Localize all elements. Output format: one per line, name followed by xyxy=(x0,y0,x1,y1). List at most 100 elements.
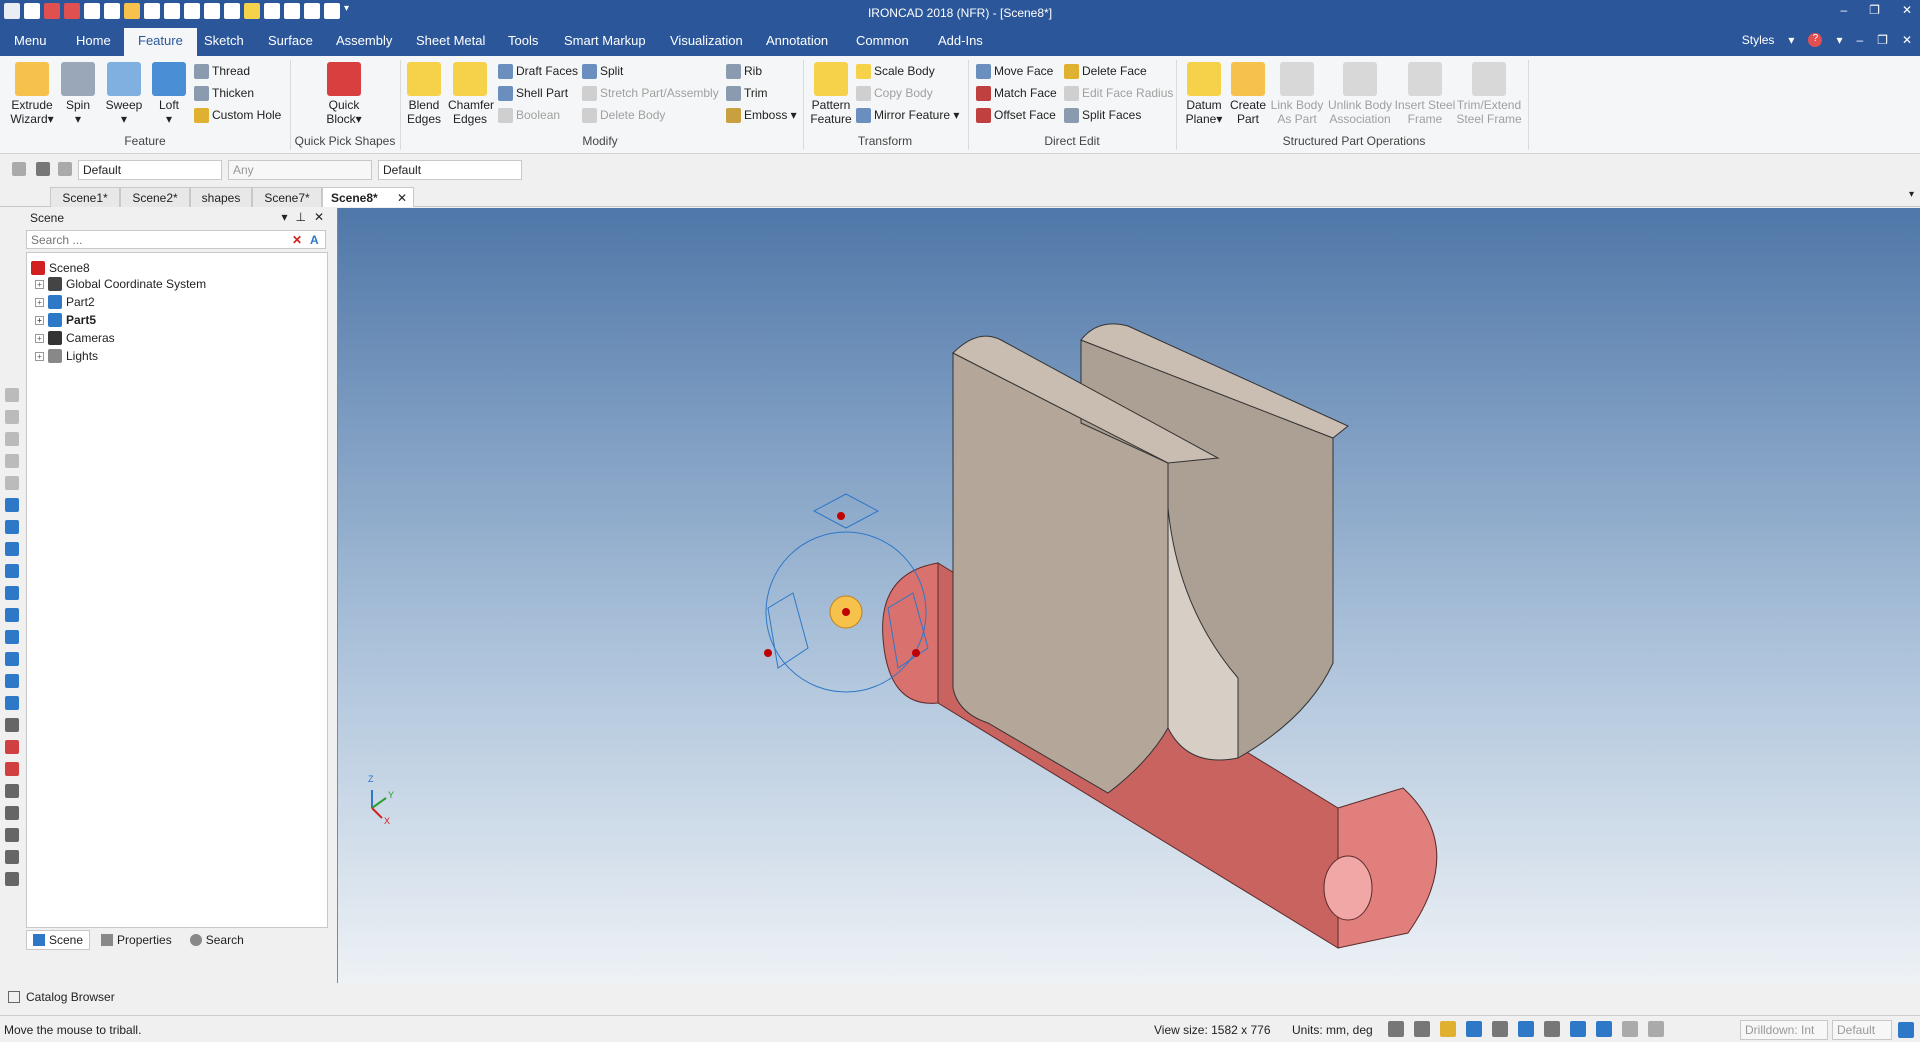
cube-icon-6[interactable] xyxy=(5,608,19,622)
edit-face-radius-button[interactable]: Edit Face Radius xyxy=(1064,84,1173,102)
clear-search-icon[interactable]: ✕ xyxy=(292,233,302,247)
orbit-icon[interactable] xyxy=(5,806,19,820)
angle-icon[interactable] xyxy=(5,784,19,798)
loft-button[interactable]: Loft ▾ xyxy=(152,62,186,126)
catalog-browser-bar[interactable]: Catalog Browser xyxy=(0,986,330,1008)
custom-hole-button[interactable]: Custom Hole xyxy=(194,106,281,124)
pointer-tool-icon[interactable] xyxy=(1622,1021,1638,1037)
tab-scene7[interactable]: Scene7* xyxy=(252,187,322,207)
selection-mode-icon[interactable] xyxy=(58,162,72,176)
draft-faces-button[interactable]: Draft Faces xyxy=(498,62,578,80)
tab-surface[interactable]: Surface xyxy=(268,33,313,48)
thicken-button[interactable]: Thicken xyxy=(194,84,254,102)
chamfer-edges-button[interactable]: Chamfer Edges xyxy=(448,62,494,126)
cube-icon-1[interactable] xyxy=(5,498,19,512)
scale-body-button[interactable]: Scale Body xyxy=(856,62,935,80)
select-filter-icon[interactable] xyxy=(12,162,26,176)
cube-icon-7[interactable] xyxy=(5,630,19,644)
tab-scene2[interactable]: Scene2* xyxy=(120,187,190,207)
pin-icon[interactable]: ⊥ xyxy=(295,210,305,224)
shading-icon[interactable] xyxy=(1518,1021,1534,1037)
tree-node-lights[interactable]: + Lights xyxy=(35,347,98,365)
tree-node-global-coordinate-system[interactable]: + Global Coordinate System xyxy=(35,275,206,293)
view-icon-5[interactable] xyxy=(5,476,19,490)
expand-icon[interactable]: + xyxy=(35,297,44,307)
doc-restore-button[interactable]: ❐ xyxy=(1877,33,1888,47)
move-face-button[interactable]: Move Face xyxy=(976,62,1053,80)
tree-node-part5[interactable]: + Part5 xyxy=(35,311,96,329)
expand-icon[interactable]: + xyxy=(35,351,44,361)
style-combo[interactable]: Default xyxy=(78,160,222,180)
ruler-icon[interactable] xyxy=(5,872,19,886)
render-icon[interactable] xyxy=(5,828,19,842)
panel-dropdown-icon[interactable]: ▾ xyxy=(281,210,287,224)
mirror-feature-button[interactable]: Mirror Feature ▾ xyxy=(856,106,959,124)
datum-plane-button[interactable]: Datum Plane▾ xyxy=(1180,62,1228,126)
pointer-icon[interactable] xyxy=(36,162,50,176)
trim-button[interactable]: Trim xyxy=(726,84,768,102)
shell-part-button[interactable]: Shell Part xyxy=(498,84,568,102)
status-default-combo[interactable]: Default xyxy=(1832,1020,1892,1040)
view-icon-2[interactable] xyxy=(5,410,19,424)
orbit-tool-icon[interactable] xyxy=(1440,1021,1456,1037)
zoom-icon[interactable] xyxy=(1388,1021,1404,1037)
styles-dropdown-icon[interactable]: ▾ xyxy=(1788,33,1794,47)
delete-face-button[interactable]: Delete Face xyxy=(1064,62,1147,80)
panel-tab-search[interactable]: Search xyxy=(183,930,251,950)
cube-icon-5[interactable] xyxy=(5,586,19,600)
help-button[interactable]: ? xyxy=(1808,33,1823,47)
trim-extend-steel-frame-button[interactable]: Trim/Extend Steel Frame xyxy=(1456,62,1522,126)
smart-dim-icon[interactable] xyxy=(5,850,19,864)
tab-sketch[interactable]: Sketch xyxy=(204,33,244,48)
tab-common[interactable]: Common xyxy=(856,33,909,48)
tab-feature[interactable]: Feature xyxy=(124,28,197,56)
blend-edges-button[interactable]: Blend Edges xyxy=(404,62,444,126)
link-body-button[interactable]: Link Body As Part xyxy=(1268,62,1326,126)
tab-tools[interactable]: Tools xyxy=(508,33,538,48)
panel-close-icon[interactable]: ✕ xyxy=(314,210,324,224)
expand-icon[interactable]: + xyxy=(35,333,44,343)
sweep-button[interactable]: Sweep ▾ xyxy=(104,62,144,126)
cube-icon-10[interactable] xyxy=(5,696,19,710)
extrude-wizard-button[interactable]: Extrude Wizard▾ xyxy=(8,62,56,126)
cube-icon-8[interactable] xyxy=(5,652,19,666)
tab-sheet-metal[interactable]: Sheet Metal xyxy=(416,33,485,48)
create-part-button[interactable]: Create Part xyxy=(1228,62,1268,126)
help-dropdown-icon[interactable]: ▾ xyxy=(1836,33,1842,47)
copy-body-button[interactable]: Copy Body xyxy=(856,84,933,102)
rib-button[interactable]: Rib xyxy=(726,62,762,80)
section-icon[interactable] xyxy=(5,740,19,754)
view-icon-1[interactable] xyxy=(5,388,19,402)
view-icon-3[interactable] xyxy=(5,432,19,446)
default-combo[interactable]: Default xyxy=(378,160,522,180)
minimize-button[interactable]: – xyxy=(1840,3,1847,17)
drilldown-combo[interactable]: Drilldown: Int xyxy=(1740,1020,1828,1040)
pattern-feature-button[interactable]: Pattern Feature xyxy=(808,62,854,126)
panel-tab-scene[interactable]: Scene xyxy=(26,930,91,950)
tab-scene1[interactable]: Scene1* xyxy=(50,187,120,207)
tab-menu[interactable]: Menu xyxy=(14,33,47,48)
scene-search-input[interactable] xyxy=(26,230,326,249)
expand-icon[interactable]: + xyxy=(35,279,44,289)
3d-viewport[interactable]: Z Y X xyxy=(337,208,1920,983)
view-icon-4[interactable] xyxy=(5,454,19,468)
cube-icon-2[interactable] xyxy=(5,520,19,534)
maximize-button[interactable]: ❐ xyxy=(1869,3,1880,17)
tab-assembly[interactable]: Assembly xyxy=(336,33,392,48)
emboss-button[interactable]: Emboss ▾ xyxy=(726,106,797,124)
doc-close-button[interactable]: ✕ xyxy=(1902,33,1912,47)
close-button[interactable]: ✕ xyxy=(1902,3,1912,17)
styles-menu[interactable]: Styles xyxy=(1742,33,1775,47)
inspect-icon[interactable] xyxy=(5,762,19,776)
tree-node-part2[interactable]: + Part2 xyxy=(35,293,95,311)
network-icon[interactable] xyxy=(1898,1022,1914,1038)
tab-scene8[interactable]: Scene8* ✕ xyxy=(322,187,414,207)
tab-shapes[interactable]: shapes xyxy=(190,187,252,207)
display-mode-icon[interactable] xyxy=(1544,1021,1560,1037)
view-cube-icon[interactable] xyxy=(1466,1021,1482,1037)
quick-block-button[interactable]: Quick Block▾ xyxy=(322,62,366,126)
match-face-button[interactable]: Match Face xyxy=(976,84,1057,102)
delete-body-button[interactable]: Delete Body xyxy=(582,106,665,124)
boolean-button[interactable]: Boolean xyxy=(498,106,560,124)
tab-home[interactable]: Home xyxy=(76,33,111,48)
